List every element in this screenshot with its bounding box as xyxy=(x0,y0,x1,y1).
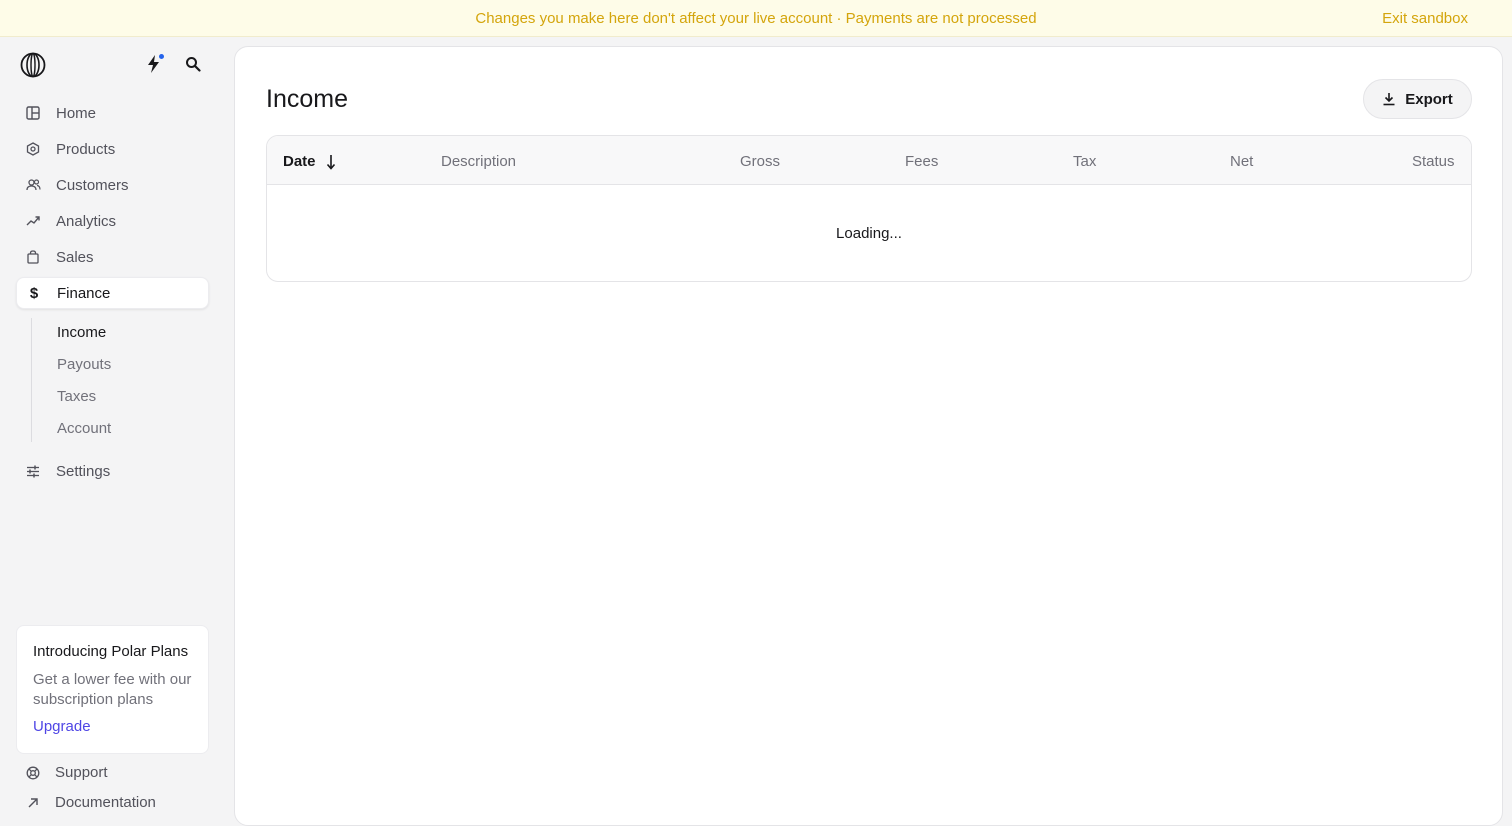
loading-indicator: Loading... xyxy=(836,225,902,242)
sandbox-banner: Changes you make here don't affect your … xyxy=(0,0,1512,37)
column-header-gross[interactable]: Gross xyxy=(740,153,780,170)
products-icon xyxy=(25,141,41,157)
sidebar-item-label: Sales xyxy=(56,248,94,266)
sidebar-item-customers[interactable]: Customers xyxy=(16,169,209,201)
upgrade-link[interactable]: Upgrade xyxy=(33,718,192,735)
external-link-icon xyxy=(25,795,41,811)
promo-card: Introducing Polar Plans Get a lower fee … xyxy=(16,625,209,754)
exit-sandbox-link[interactable]: Exit sandbox xyxy=(1382,10,1468,27)
sidebar-item-sales[interactable]: Sales xyxy=(16,241,209,273)
sidebar-item-finance[interactable]: $ Finance xyxy=(16,277,209,309)
sidebar-item-label: Products xyxy=(56,140,116,158)
sidebar-item-label: Finance xyxy=(57,284,111,302)
sort-descending-icon xyxy=(326,154,335,170)
download-icon xyxy=(1383,93,1395,106)
subnav-item-taxes[interactable]: Taxes xyxy=(57,388,96,405)
sidebar-item-label: Analytics xyxy=(56,212,117,230)
column-header-description[interactable]: Description xyxy=(441,153,516,170)
home-icon xyxy=(25,105,41,121)
support-link[interactable]: Support xyxy=(25,764,108,781)
subnav-item-payouts[interactable]: Payouts xyxy=(57,356,111,373)
main-panel: Income Export Date Description Gross Fee… xyxy=(234,46,1503,826)
column-header-tax[interactable]: Tax xyxy=(1073,153,1096,170)
sidebar-item-products[interactable]: Products xyxy=(16,133,209,165)
sidebar-item-label: Settings xyxy=(56,462,111,480)
settings-icon xyxy=(25,463,41,479)
column-header-fees[interactable]: Fees xyxy=(905,153,938,170)
column-header-net[interactable]: Net xyxy=(1230,153,1253,170)
subnav-item-account[interactable]: Account xyxy=(57,420,111,437)
sales-icon xyxy=(25,249,41,265)
customers-icon xyxy=(25,177,41,193)
export-label: Export xyxy=(1405,90,1453,108)
polar-logo-icon[interactable] xyxy=(20,52,46,78)
column-header-date[interactable]: Date xyxy=(283,153,337,170)
page-title: Income xyxy=(266,85,348,113)
support-icon xyxy=(25,765,41,781)
sidebar-item-label: Home xyxy=(56,104,97,122)
export-button[interactable]: Export xyxy=(1363,79,1472,119)
table-header: Date Description Gross Fees Tax Net Stat… xyxy=(267,136,1471,185)
analytics-icon xyxy=(25,213,41,229)
promo-title: Introducing Polar Plans xyxy=(33,643,189,660)
subnav-divider xyxy=(31,318,32,442)
sidebar-item-label: Customers xyxy=(56,176,129,194)
column-header-label: Date xyxy=(283,153,316,170)
sidebar-item-home[interactable]: Home xyxy=(16,97,209,129)
promo-text: Get a lower fee with our subscription pl… xyxy=(33,671,192,708)
subnav-item-income[interactable]: Income xyxy=(57,324,106,341)
documentation-link[interactable]: Documentation xyxy=(25,794,156,811)
income-table: Date Description Gross Fees Tax Net Stat… xyxy=(266,135,1472,282)
column-header-status[interactable]: Status xyxy=(1412,153,1455,170)
documentation-label: Documentation xyxy=(55,794,156,811)
sandbox-message: Changes you make here don't affect your … xyxy=(475,10,1037,27)
dollar-icon: $ xyxy=(29,284,39,302)
search-icon[interactable] xyxy=(185,56,201,72)
support-label: Support xyxy=(55,764,108,781)
sidebar-item-settings[interactable]: Settings xyxy=(16,455,209,487)
notification-dot xyxy=(159,54,164,59)
sidebar: Home Products Customers Analytics Sales … xyxy=(0,37,234,814)
sidebar-item-analytics[interactable]: Analytics xyxy=(16,205,209,237)
